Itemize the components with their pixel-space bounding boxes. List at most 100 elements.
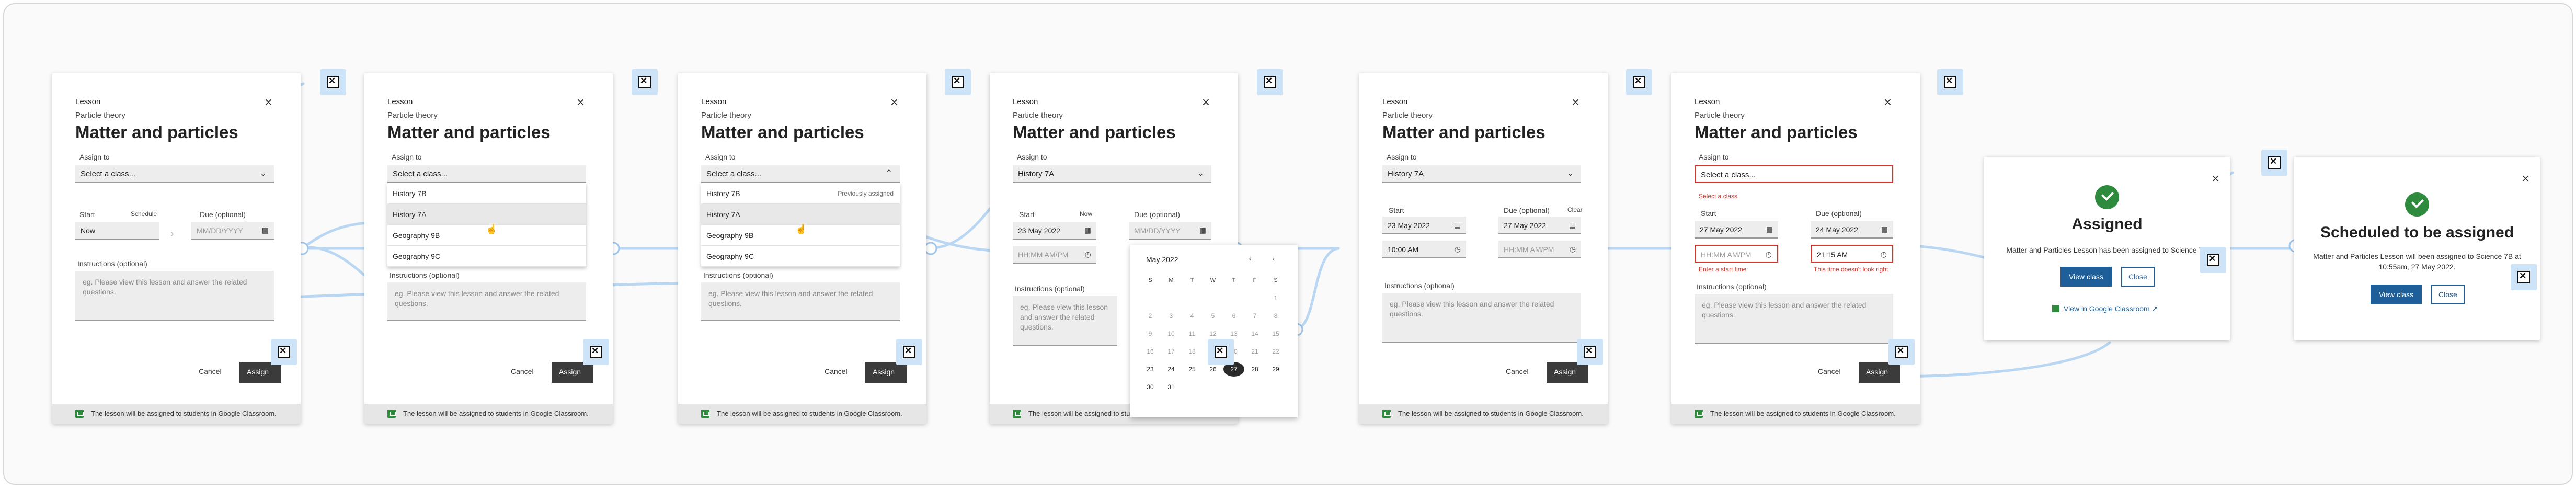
- close-icon[interactable]: ×: [577, 94, 585, 110]
- calendar-day[interactable]: 3: [1161, 309, 1182, 323]
- calendar-day[interactable]: 7: [1244, 309, 1265, 323]
- due-time-field[interactable]: HH:MM AM/PM ◷: [1498, 241, 1581, 258]
- calendar-day[interactable]: 10: [1161, 326, 1182, 341]
- calendar-day: [1161, 291, 1182, 305]
- instructions-textarea[interactable]: eg. Please view this lesson and answer t…: [75, 271, 274, 321]
- start-date-field[interactable]: 27 May 2022 ▦: [1695, 221, 1778, 239]
- annotation-x-icon: [1626, 69, 1652, 95]
- calendar-nav[interactable]: ‹ ›: [1249, 254, 1284, 263]
- calendar-day[interactable]: 30: [1140, 380, 1161, 394]
- close-icon[interactable]: ×: [2212, 171, 2219, 187]
- calendar-day[interactable]: 31: [1161, 380, 1182, 394]
- calendar-day[interactable]: 22: [1265, 344, 1286, 359]
- dropdown-option[interactable]: Geography 9C: [701, 246, 900, 267]
- calendar-day[interactable]: 2: [1140, 309, 1161, 323]
- close-icon[interactable]: ×: [1884, 94, 1892, 110]
- calendar-day[interactable]: 8: [1265, 309, 1286, 323]
- google-classroom-icon: [1013, 410, 1021, 418]
- calendar-day[interactable]: 25: [1182, 362, 1203, 377]
- start-date-value: 27 May 2022: [1700, 225, 1742, 234]
- calendar-weekday: S: [1148, 277, 1152, 283]
- calendar-day[interactable]: 17: [1161, 344, 1182, 359]
- assign-button[interactable]: Assign: [1547, 362, 1588, 383]
- calendar-day[interactable]: 14: [1244, 326, 1265, 341]
- close-icon[interactable]: ×: [2522, 171, 2529, 187]
- start-date-field[interactable]: 23 May 2022 ▦: [1382, 217, 1466, 234]
- panel-footer: The lesson will be assigned to students …: [678, 404, 926, 424]
- start-field[interactable]: Now: [75, 222, 159, 240]
- close-button[interactable]: Close: [2121, 267, 2155, 287]
- view-class-button[interactable]: View class: [2060, 267, 2112, 287]
- instructions-textarea[interactable]: eg. Please view this lesson and answer t…: [1013, 296, 1117, 346]
- calendar-day[interactable]: 24: [1161, 362, 1182, 377]
- view-class-button[interactable]: View class: [2371, 285, 2422, 304]
- calendar-day[interactable]: 16: [1140, 344, 1161, 359]
- assign-button[interactable]: Assign: [865, 362, 907, 383]
- start-label: Start: [79, 210, 95, 219]
- due-time-field[interactable]: 21:15 AM ◷: [1811, 245, 1893, 263]
- instructions-textarea[interactable]: eg. Please view this lesson and answer t…: [387, 282, 586, 321]
- calendar-day[interactable]: 29: [1265, 362, 1286, 377]
- calendar-day[interactable]: 5: [1203, 309, 1223, 323]
- close-icon[interactable]: ×: [1202, 94, 1210, 110]
- assign-button[interactable]: Assign: [552, 362, 593, 383]
- confirmation-title: Scheduled to be assigned: [2320, 224, 2514, 241]
- cancel-button[interactable]: Cancel: [199, 367, 222, 376]
- instructions-label: Instructions (optional): [77, 259, 147, 268]
- start-time-placeholder: HH:MM AM/PM: [1701, 251, 1751, 259]
- clear-link[interactable]: Clear: [1567, 206, 1583, 213]
- instructions-textarea[interactable]: eg. Please view this lesson and answer t…: [701, 282, 900, 321]
- schedule-link[interactable]: Schedule: [131, 210, 157, 218]
- calendar-day[interactable]: 23: [1140, 362, 1161, 377]
- instructions-textarea[interactable]: eg. Please view this lesson and answer t…: [1382, 293, 1581, 343]
- start-time-field[interactable]: 10:00 AM ◷: [1382, 241, 1466, 258]
- dropdown-option[interactable]: History 7B: [387, 183, 586, 204]
- dropdown-option[interactable]: Geography 9C: [387, 246, 586, 267]
- class-select[interactable]: Select a class... ⌃: [701, 165, 900, 183]
- google-classroom-icon: [75, 410, 84, 418]
- due-date-field[interactable]: 24 May 2022 ▦: [1811, 221, 1893, 239]
- due-date-field[interactable]: 27 May 2022 ▦: [1498, 217, 1581, 234]
- now-link[interactable]: Now: [1080, 210, 1092, 218]
- calendar-day[interactable]: 9: [1140, 326, 1161, 341]
- class-select[interactable]: History 7A ⌄: [1013, 165, 1211, 183]
- calendar-day[interactable]: 1: [1265, 291, 1286, 305]
- calendar-day[interactable]: 4: [1182, 309, 1203, 323]
- due-date-value: 27 May 2022: [1504, 221, 1546, 230]
- close-icon[interactable]: ×: [265, 94, 272, 110]
- calendar-day[interactable]: 18: [1182, 344, 1203, 359]
- close-button[interactable]: Close: [2431, 285, 2465, 304]
- start-time-field[interactable]: HH:MM AM/PM ◷: [1695, 245, 1778, 263]
- cancel-button[interactable]: Cancel: [825, 367, 848, 376]
- confirmation-title: Assigned: [2071, 215, 2143, 233]
- start-date-field[interactable]: 23 May 2022 ▦: [1013, 222, 1096, 240]
- cancel-button[interactable]: Cancel: [1818, 367, 1841, 376]
- cancel-button[interactable]: Cancel: [1506, 367, 1529, 376]
- assign-button[interactable]: Assign: [1859, 362, 1900, 383]
- dropdown-option[interactable]: History 7A: [701, 204, 900, 225]
- calendar-weekday: M: [1169, 277, 1174, 283]
- assign-button[interactable]: Assign: [239, 362, 281, 383]
- close-icon[interactable]: ×: [890, 94, 898, 110]
- lesson-title: Matter and particles: [75, 122, 238, 142]
- class-select[interactable]: Select a class...: [1695, 165, 1893, 183]
- class-select[interactable]: History 7A ⌄: [1382, 165, 1581, 183]
- due-date-field[interactable]: MM/DD/YYYY ▦: [191, 222, 274, 240]
- calendar-day[interactable]: 15: [1265, 326, 1286, 341]
- calendar-day[interactable]: 28: [1244, 362, 1265, 377]
- cancel-button[interactable]: Cancel: [511, 367, 534, 376]
- lesson-title: Matter and particles: [1695, 122, 1858, 142]
- calendar-day[interactable]: 11: [1182, 326, 1203, 341]
- class-select[interactable]: Select a class...: [387, 165, 586, 183]
- class-select[interactable]: Select a class... ⌄: [75, 165, 274, 183]
- dropdown-option[interactable]: History 7B Previously assigned: [701, 183, 900, 204]
- due-date-field[interactable]: MM/DD/YYYY ▦: [1129, 222, 1211, 240]
- close-icon[interactable]: ×: [1572, 94, 1579, 110]
- dropdown-option[interactable]: History 7A: [387, 204, 586, 225]
- instructions-textarea[interactable]: eg. Please view this lesson and answer t…: [1695, 294, 1893, 344]
- google-classroom-link[interactable]: View in Google Classroom ↗: [2052, 304, 2158, 313]
- calendar-day[interactable]: 21: [1244, 344, 1265, 359]
- assign-panel-1: Lesson Particle theory Matter and partic…: [52, 73, 301, 424]
- start-time-field[interactable]: HH:MM AM/PM ◷: [1013, 246, 1096, 264]
- calendar-day[interactable]: 6: [1223, 309, 1244, 323]
